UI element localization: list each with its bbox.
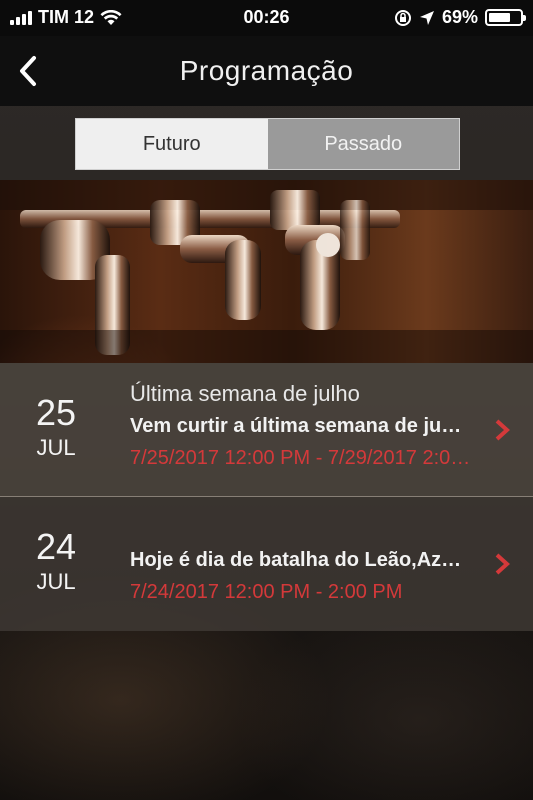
event-date: 24 JUL bbox=[0, 529, 112, 595]
beer-taps-image bbox=[0, 180, 533, 363]
tab-futuro[interactable]: Futuro bbox=[76, 119, 268, 169]
segmented-control: Futuro Passado bbox=[75, 118, 460, 170]
event-description: Vem curtir a última semana de ju… bbox=[130, 415, 462, 437]
page-title: Programação bbox=[179, 55, 354, 86]
status-bar: TIM 12 00:26 69% bbox=[0, 0, 533, 36]
chevron-right-icon[interactable] bbox=[493, 553, 511, 575]
chevron-left-icon[interactable] bbox=[14, 54, 44, 88]
event-date: 25 JUL bbox=[0, 395, 112, 461]
event-row[interactable]: 25 JUL Última semana de julho Vem curtir… bbox=[0, 363, 533, 497]
rotation-lock-icon bbox=[394, 9, 411, 26]
event-month: JUL bbox=[36, 435, 76, 460]
tab-passado[interactable]: Passado bbox=[267, 119, 459, 169]
event-day: 25 bbox=[35, 392, 77, 433]
event-time: 7/25/2017 12:00 PM - 7/29/2017 2:0… bbox=[130, 447, 471, 469]
hero-image bbox=[0, 180, 533, 363]
event-row[interactable]: 24 JUL Hoje é dia de batalha do Leão,Az…… bbox=[0, 497, 533, 631]
battery-icon bbox=[485, 9, 526, 26]
event-description: Hoje é dia de batalha do Leão,Az… bbox=[130, 549, 462, 571]
navigation-bar: Programação bbox=[0, 36, 533, 106]
event-day: 24 bbox=[35, 526, 77, 567]
chevron-right-icon[interactable] bbox=[493, 419, 511, 441]
event-month: JUL bbox=[36, 569, 76, 594]
event-title: Última semana de julho bbox=[130, 381, 360, 406]
event-time: 7/24/2017 12:00 PM - 2:00 PM bbox=[130, 581, 403, 603]
location-icon bbox=[419, 10, 434, 25]
battery-percent: 69% bbox=[441, 7, 478, 27]
